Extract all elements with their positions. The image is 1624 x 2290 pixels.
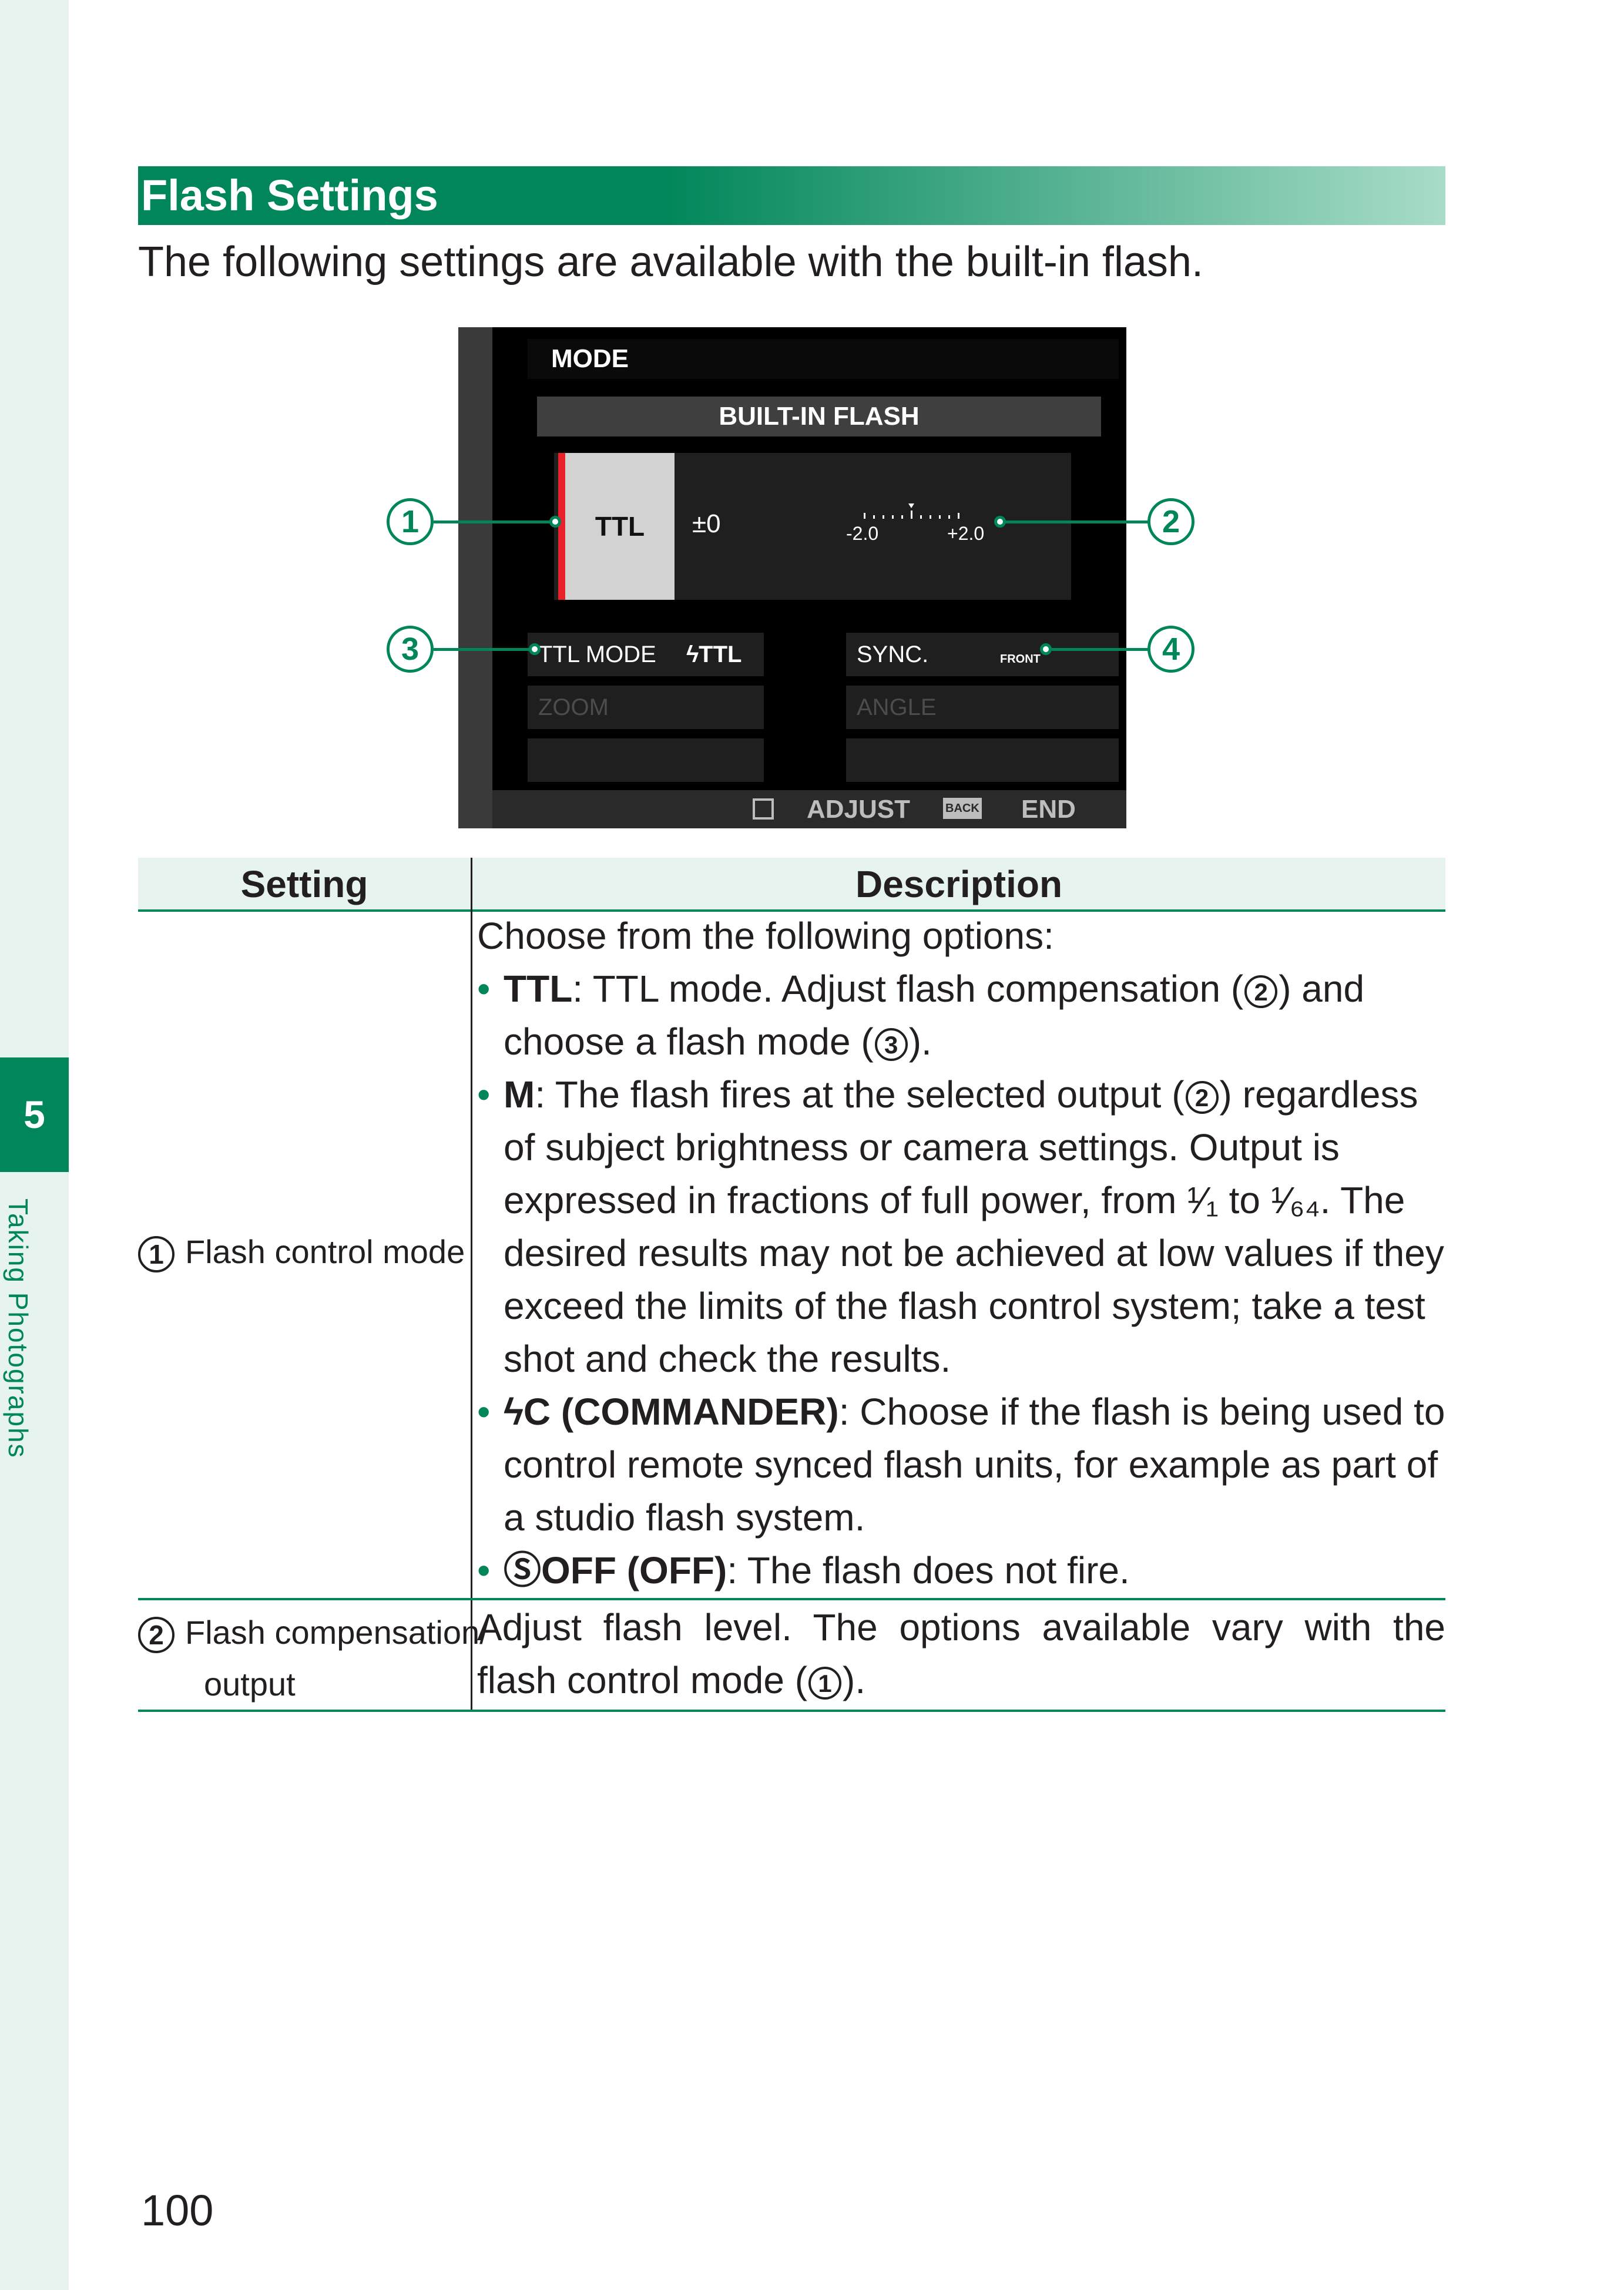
callout-2-leader: [1002, 521, 1149, 523]
row-1-number: 1: [138, 1236, 175, 1273]
bullet-off: ⓈOFF (OFF): The flash does not fire.: [477, 1544, 1445, 1597]
callout-4-leader: [1052, 648, 1149, 651]
table-row-1-description: Choose from the following options: TTL: …: [477, 909, 1445, 1597]
row-2-number: 2: [138, 1617, 175, 1654]
callout-4: 4: [1147, 626, 1194, 673]
bullet-ttl: TTL: TTL mode. Adjust flash compensation…: [477, 962, 1445, 1068]
ttl-mode-row[interactable]: TTL MODE ϟTTL: [528, 633, 764, 676]
row-1-intro: Choose from the following options:: [477, 915, 1054, 957]
sync-value: FRONT: [1000, 653, 1041, 666]
table-row-2-setting: 2 Flash compensation/ output: [138, 1607, 489, 1710]
section-intro: The following settings are available wit…: [138, 239, 1203, 286]
column-divider: [471, 858, 472, 1711]
empty-row-right: [846, 738, 1119, 782]
screen-footer: ADJUST BACK END: [492, 790, 1126, 828]
angle-row: ANGLE: [846, 686, 1119, 729]
adjust-label: ADJUST: [807, 795, 911, 824]
table-row-2-description: Adjust flash level. The options availabl…: [477, 1601, 1445, 1707]
bullet-ttl-term: TTL: [504, 968, 573, 1010]
callout-2-dot: [994, 516, 1006, 528]
row-2-setting-line1: Flash compensation/: [185, 1614, 489, 1651]
scale-max-label: +2.0: [947, 523, 984, 544]
ref-2b: 2: [1185, 1081, 1219, 1114]
callout-4-dot: [1040, 643, 1052, 655]
table-header-description: Description: [855, 863, 1063, 905]
sync-label: SYNC.: [857, 642, 929, 667]
sync-row[interactable]: SYNC. FRONT: [846, 633, 1119, 676]
bullet-commander: ϟC (COMMANDER): Choose if the flash is b…: [477, 1385, 1445, 1544]
ttl-mode-value: ϟTTL: [686, 642, 742, 667]
callout-3: 3: [387, 626, 434, 673]
row-1-setting-label: Flash control mode: [185, 1233, 465, 1270]
ref-3: 3: [874, 1028, 908, 1062]
flash-mode-value[interactable]: TTL: [558, 453, 675, 600]
bullet-commander-term: ϟC (COMMANDER): [504, 1391, 839, 1433]
callout-1: 1: [387, 498, 434, 545]
scale-min-label: -2.0: [846, 523, 878, 544]
ref-2: 2: [1244, 975, 1278, 1009]
end-label: END: [1021, 795, 1076, 824]
table-row-1-setting: 1 Flash control mode: [138, 1233, 465, 1273]
callout-1-dot: [549, 516, 561, 528]
compensation-scale: -2.0 +2.0: [846, 503, 984, 544]
screen-subtitle: BUILT-IN FLASH: [537, 397, 1101, 436]
compensation-value: ±0: [692, 509, 721, 538]
ttl-mode-label: TTL MODE: [538, 642, 656, 667]
callout-3-dot: [529, 643, 541, 655]
callout-3-leader: [434, 648, 533, 651]
chapter-title: Taking Photographs: [3, 1198, 33, 1459]
empty-row-left: [528, 738, 764, 782]
bullet-off-term: ⓈOFF (OFF): [504, 1549, 727, 1591]
callout-2: 2: [1147, 498, 1194, 545]
row-2-desc: Adjust flash level. The options availabl…: [477, 1606, 1445, 1701]
adjust-icon: [753, 798, 774, 820]
bullet-m-term: M: [504, 1073, 535, 1116]
zoom-row: ZOOM: [528, 686, 764, 729]
chapter-number-tab[interactable]: 5: [0, 1057, 69, 1172]
back-icon: BACK: [943, 798, 982, 819]
row-2-setting-line2: output: [204, 1666, 296, 1703]
zoom-label: ZOOM: [538, 694, 609, 720]
bullet-m: M: The flash fires at the selected outpu…: [477, 1068, 1445, 1385]
angle-label: ANGLE: [857, 694, 937, 720]
table-header-setting: Setting: [240, 863, 368, 905]
callout-1-leader: [434, 521, 551, 523]
page-number: 100: [141, 2186, 214, 2235]
screen-edge: [458, 327, 492, 828]
screen-menu-title: MODE: [528, 339, 1119, 379]
ref-1: 1: [808, 1667, 842, 1700]
flash-settings-screen: MODE BUILT-IN FLASH TTL ±0 -2.0 +2.0 TTL…: [458, 327, 1126, 828]
section-title: Flash Settings: [141, 171, 438, 220]
row-rule-1: [138, 1598, 1445, 1600]
